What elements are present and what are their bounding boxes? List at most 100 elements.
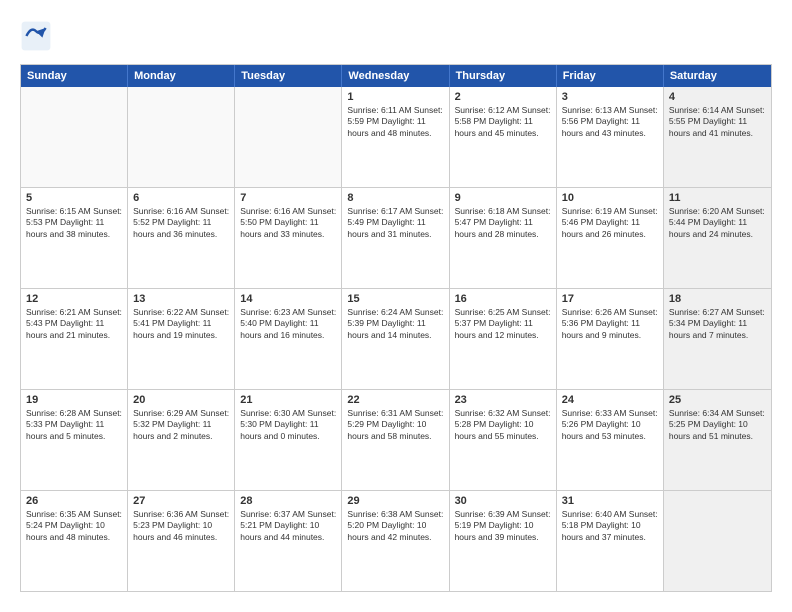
logo-icon	[20, 20, 52, 52]
cell-info: Sunrise: 6:36 AM Sunset: 5:23 PM Dayligh…	[133, 509, 229, 543]
cell-info: Sunrise: 6:21 AM Sunset: 5:43 PM Dayligh…	[26, 307, 122, 341]
day-number: 4	[669, 91, 766, 103]
cell-info: Sunrise: 6:31 AM Sunset: 5:29 PM Dayligh…	[347, 408, 443, 442]
calendar-cell: 12 Sunrise: 6:21 AM Sunset: 5:43 PM Dayli…	[21, 289, 128, 389]
calendar-cell: 26 Sunrise: 6:35 AM Sunset: 5:24 PM Dayli…	[21, 491, 128, 591]
calendar-cell: 30 Sunrise: 6:39 AM Sunset: 5:19 PM Dayli…	[450, 491, 557, 591]
day-number: 28	[240, 495, 336, 507]
cell-info: Sunrise: 6:24 AM Sunset: 5:39 PM Dayligh…	[347, 307, 443, 341]
calendar-cell: 18 Sunrise: 6:27 AM Sunset: 5:34 PM Dayli…	[664, 289, 771, 389]
day-number: 17	[562, 293, 658, 305]
weekday-header: Wednesday	[342, 65, 449, 87]
cell-info: Sunrise: 6:22 AM Sunset: 5:41 PM Dayligh…	[133, 307, 229, 341]
day-number: 19	[26, 394, 122, 406]
day-number: 7	[240, 192, 336, 204]
day-number: 21	[240, 394, 336, 406]
day-number: 31	[562, 495, 658, 507]
cell-info: Sunrise: 6:18 AM Sunset: 5:47 PM Dayligh…	[455, 206, 551, 240]
calendar-cell: 22 Sunrise: 6:31 AM Sunset: 5:29 PM Dayli…	[342, 390, 449, 490]
day-number: 20	[133, 394, 229, 406]
weekday-header: Saturday	[664, 65, 771, 87]
day-number: 16	[455, 293, 551, 305]
cell-info: Sunrise: 6:15 AM Sunset: 5:53 PM Dayligh…	[26, 206, 122, 240]
cell-info: Sunrise: 6:14 AM Sunset: 5:55 PM Dayligh…	[669, 105, 766, 139]
calendar-cell: 20 Sunrise: 6:29 AM Sunset: 5:32 PM Dayli…	[128, 390, 235, 490]
calendar-row: 1 Sunrise: 6:11 AM Sunset: 5:59 PM Daylig…	[21, 87, 771, 188]
logo	[20, 20, 58, 52]
day-number: 3	[562, 91, 658, 103]
calendar-cell: 28 Sunrise: 6:37 AM Sunset: 5:21 PM Dayli…	[235, 491, 342, 591]
cell-info: Sunrise: 6:39 AM Sunset: 5:19 PM Dayligh…	[455, 509, 551, 543]
day-number: 22	[347, 394, 443, 406]
cell-info: Sunrise: 6:35 AM Sunset: 5:24 PM Dayligh…	[26, 509, 122, 543]
calendar-cell	[128, 87, 235, 187]
day-number: 9	[455, 192, 551, 204]
weekday-header: Friday	[557, 65, 664, 87]
calendar-cell: 11Sunrise: 6:20 AM Sunset: 5:44 PM Dayli…	[664, 188, 771, 288]
calendar-cell: 4 Sunrise: 6:14 AM Sunset: 5:55 PM Daylig…	[664, 87, 771, 187]
calendar-cell: 17 Sunrise: 6:26 AM Sunset: 5:36 PM Dayli…	[557, 289, 664, 389]
cell-info: Sunrise: 6:30 AM Sunset: 5:30 PM Dayligh…	[240, 408, 336, 442]
day-number: 5	[26, 192, 122, 204]
day-number: 15	[347, 293, 443, 305]
cell-info: Sunrise: 6:32 AM Sunset: 5:28 PM Dayligh…	[455, 408, 551, 442]
cell-info: Sunrise: 6:28 AM Sunset: 5:33 PM Dayligh…	[26, 408, 122, 442]
calendar-row: 12 Sunrise: 6:21 AM Sunset: 5:43 PM Dayli…	[21, 289, 771, 390]
calendar-row: 5 Sunrise: 6:15 AM Sunset: 5:53 PM Daylig…	[21, 188, 771, 289]
day-number: 18	[669, 293, 766, 305]
calendar-cell: 13 Sunrise: 6:22 AM Sunset: 5:41 PM Dayli…	[128, 289, 235, 389]
day-number: 30	[455, 495, 551, 507]
calendar-cell	[664, 491, 771, 591]
page: SundayMondayTuesdayWednesdayThursdayFrid…	[0, 0, 792, 612]
calendar-cell: 29Sunrise: 6:38 AM Sunset: 5:20 PM Dayli…	[342, 491, 449, 591]
calendar-row: 26 Sunrise: 6:35 AM Sunset: 5:24 PM Dayli…	[21, 491, 771, 591]
cell-info: Sunrise: 6:26 AM Sunset: 5:36 PM Dayligh…	[562, 307, 658, 341]
day-number: 6	[133, 192, 229, 204]
calendar-cell: 31Sunrise: 6:40 AM Sunset: 5:18 PM Dayli…	[557, 491, 664, 591]
calendar-cell	[21, 87, 128, 187]
calendar-cell: 9 Sunrise: 6:18 AM Sunset: 5:47 PM Daylig…	[450, 188, 557, 288]
cell-info: Sunrise: 6:13 AM Sunset: 5:56 PM Dayligh…	[562, 105, 658, 139]
cell-info: Sunrise: 6:19 AM Sunset: 5:46 PM Dayligh…	[562, 206, 658, 240]
calendar-cell: 8Sunrise: 6:17 AM Sunset: 5:49 PM Daylig…	[342, 188, 449, 288]
weekday-header: Sunday	[21, 65, 128, 87]
header	[20, 20, 772, 52]
calendar-cell: 19 Sunrise: 6:28 AM Sunset: 5:33 PM Dayli…	[21, 390, 128, 490]
calendar-cell: 5 Sunrise: 6:15 AM Sunset: 5:53 PM Daylig…	[21, 188, 128, 288]
day-number: 25	[669, 394, 766, 406]
cell-info: Sunrise: 6:27 AM Sunset: 5:34 PM Dayligh…	[669, 307, 766, 341]
calendar-cell	[235, 87, 342, 187]
calendar-cell: 27Sunrise: 6:36 AM Sunset: 5:23 PM Dayli…	[128, 491, 235, 591]
day-number: 2	[455, 91, 551, 103]
calendar-cell: 3 Sunrise: 6:13 AM Sunset: 5:56 PM Daylig…	[557, 87, 664, 187]
weekday-header: Thursday	[450, 65, 557, 87]
calendar-header: SundayMondayTuesdayWednesdayThursdayFrid…	[21, 65, 771, 87]
calendar-cell: 23 Sunrise: 6:32 AM Sunset: 5:28 PM Dayli…	[450, 390, 557, 490]
day-number: 13	[133, 293, 229, 305]
day-number: 12	[26, 293, 122, 305]
cell-info: Sunrise: 6:29 AM Sunset: 5:32 PM Dayligh…	[133, 408, 229, 442]
day-number: 14	[240, 293, 336, 305]
calendar-cell: 6 Sunrise: 6:16 AM Sunset: 5:52 PM Daylig…	[128, 188, 235, 288]
calendar-cell: 21 Sunrise: 6:30 AM Sunset: 5:30 PM Dayli…	[235, 390, 342, 490]
weekday-header: Monday	[128, 65, 235, 87]
cell-info: Sunrise: 6:16 AM Sunset: 5:50 PM Dayligh…	[240, 206, 336, 240]
calendar: SundayMondayTuesdayWednesdayThursdayFrid…	[20, 64, 772, 592]
cell-info: Sunrise: 6:34 AM Sunset: 5:25 PM Dayligh…	[669, 408, 766, 442]
day-number: 1	[347, 91, 443, 103]
day-number: 11	[669, 192, 766, 204]
day-number: 23	[455, 394, 551, 406]
day-number: 26	[26, 495, 122, 507]
calendar-cell: 10Sunrise: 6:19 AM Sunset: 5:46 PM Dayli…	[557, 188, 664, 288]
cell-info: Sunrise: 6:37 AM Sunset: 5:21 PM Dayligh…	[240, 509, 336, 543]
calendar-cell: 1 Sunrise: 6:11 AM Sunset: 5:59 PM Daylig…	[342, 87, 449, 187]
cell-info: Sunrise: 6:16 AM Sunset: 5:52 PM Dayligh…	[133, 206, 229, 240]
cell-info: Sunrise: 6:38 AM Sunset: 5:20 PM Dayligh…	[347, 509, 443, 543]
cell-info: Sunrise: 6:11 AM Sunset: 5:59 PM Dayligh…	[347, 105, 443, 139]
cell-info: Sunrise: 6:25 AM Sunset: 5:37 PM Dayligh…	[455, 307, 551, 341]
cell-info: Sunrise: 6:33 AM Sunset: 5:26 PM Dayligh…	[562, 408, 658, 442]
calendar-cell: 25 Sunrise: 6:34 AM Sunset: 5:25 PM Dayli…	[664, 390, 771, 490]
calendar-body: 1 Sunrise: 6:11 AM Sunset: 5:59 PM Daylig…	[21, 87, 771, 591]
day-number: 8	[347, 192, 443, 204]
calendar-cell: 14Sunrise: 6:23 AM Sunset: 5:40 PM Dayli…	[235, 289, 342, 389]
